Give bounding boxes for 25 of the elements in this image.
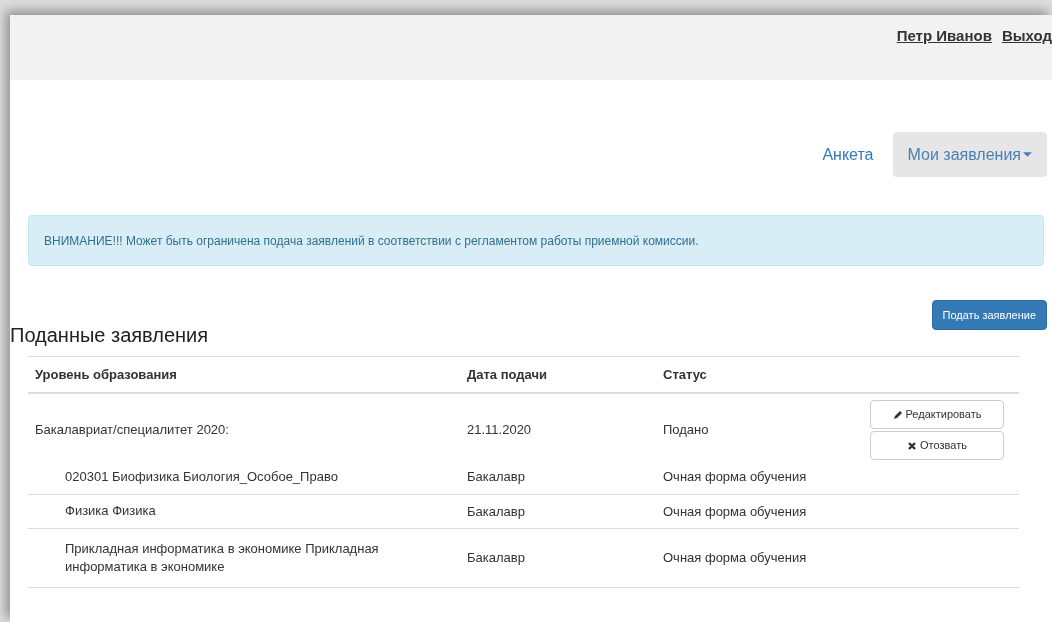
withdraw-button[interactable]: Отозвать (870, 431, 1004, 460)
table-cell: 21.11.2020 (467, 422, 532, 438)
pencil-icon (892, 409, 903, 420)
section-heading: Поданные заявления (10, 323, 209, 348)
table-cell: Бакалавр (467, 550, 525, 566)
table-cell: Бакалавриат/специалитет 2020: (35, 422, 229, 438)
close-icon (907, 440, 918, 451)
table-cell: Очная форма обучения (663, 469, 807, 484)
submit-application-button[interactable]: Подать заявление (931, 300, 1047, 330)
edit-button[interactable]: Редактировать (870, 400, 1004, 429)
column-header: Дата подачи (467, 366, 548, 382)
column-header: Уровень образования (35, 366, 177, 382)
table-cell: 020301 Биофизика Биология_Особое_Право (65, 468, 338, 484)
table-cell: Бакалавр (467, 503, 525, 519)
table-cell: Подано (663, 422, 709, 438)
user-link[interactable]: Петр Иванов (896, 25, 992, 48)
table-cell: Физика Физика (65, 503, 156, 519)
logout-link[interactable]: Выход (1001, 25, 1052, 48)
nav-tab[interactable]: Анкета (807, 132, 889, 177)
alert-message: ВНИМАНИЕ!!! Может быть ограничена подача заявлений в соответствии с регламентом работы приемной комиссии. (28, 215, 1044, 266)
table-cell: Очная форма обучения (663, 550, 807, 566)
column-header: Статус (663, 366, 707, 382)
table-cell: Прикладная информатика в экономике Прикладная информатика в экономике (65, 541, 379, 574)
table-cell: Очная форма обучения (663, 503, 807, 519)
table-cell: Бакалавр (467, 469, 525, 484)
